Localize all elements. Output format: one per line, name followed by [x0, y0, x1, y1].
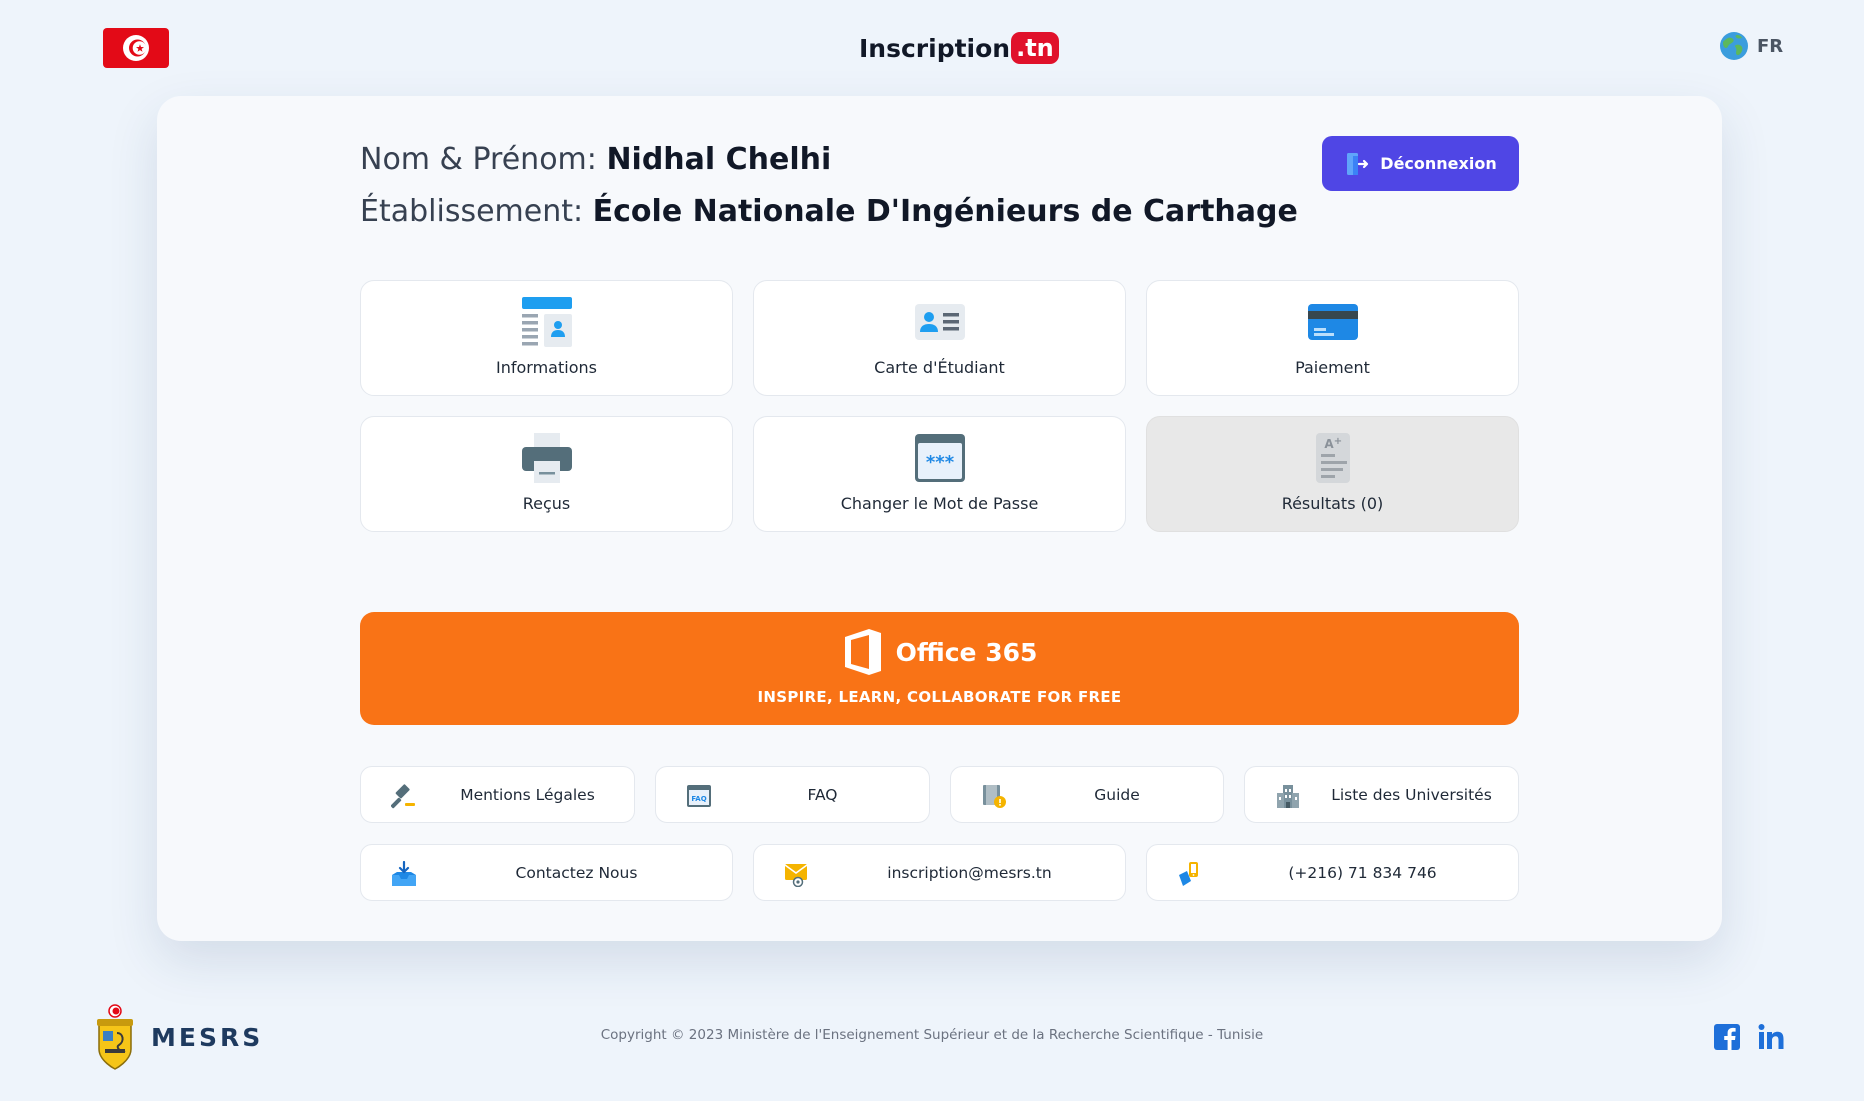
- copyright-text: Copyright © 2023 Ministère de l'Enseigne…: [600, 1027, 1264, 1043]
- university-building-icon: [1277, 785, 1299, 808]
- link-label: inscription@mesrs.tn: [887, 864, 1052, 882]
- tile-changer-mot-de-passe[interactable]: *** Changer le Mot de Passe: [753, 416, 1126, 532]
- printer-icon: [521, 433, 572, 483]
- top-bar: Inscription .tn FR: [0, 0, 1864, 96]
- svg-text:FAQ: FAQ: [691, 795, 706, 803]
- tile-resultats[interactable]: A + Résultats (0): [1146, 416, 1519, 532]
- tunisia-flag-icon: [103, 28, 169, 68]
- link-mentions-legales[interactable]: Mentions Légales: [360, 766, 635, 823]
- link-contactez-nous[interactable]: Contactez Nous: [360, 844, 733, 901]
- office-subtitle: INSPIRE, LEARN, COLLABORATE FOR FREE: [757, 688, 1122, 706]
- logout-label: Déconnexion: [1380, 154, 1497, 173]
- link-label: Liste des Universités: [1331, 786, 1492, 804]
- linkedin-icon[interactable]: [1757, 1023, 1785, 1051]
- globe-icon: [1720, 32, 1748, 60]
- link-liste-universites[interactable]: Liste des Universités: [1244, 766, 1519, 823]
- office-logo-icon: [844, 629, 881, 675]
- guide-book-icon: [983, 785, 1006, 808]
- school-label: Établissement:: [360, 194, 584, 229]
- school-line: Établissement: École Nationale D'Ingénie…: [360, 194, 1298, 229]
- gavel-icon: [391, 784, 415, 809]
- link-faq[interactable]: FAQ FAQ: [655, 766, 930, 823]
- office-title: Office 365: [895, 637, 1038, 667]
- tile-label: Changer le Mot de Passe: [840, 494, 1039, 513]
- link-label: (+216) 71 834 746: [1288, 864, 1437, 882]
- link-label: Mentions Légales: [460, 786, 595, 804]
- facebook-icon[interactable]: [1713, 1023, 1741, 1051]
- name-label: Nom & Prénom:: [360, 142, 597, 177]
- tile-label: Paiement: [1295, 358, 1370, 377]
- student-name-line: Nom & Prénom: Nidhal Chelhi: [360, 142, 831, 177]
- link-phone[interactable]: (+216) 71 834 746: [1146, 844, 1519, 901]
- phone-icon: [1179, 862, 1198, 886]
- logout-button[interactable]: Déconnexion: [1322, 136, 1519, 191]
- id-document-icon: [521, 297, 572, 347]
- dashboard-card: Nom & Prénom: Nidhal Chelhi Établissemen…: [157, 96, 1722, 941]
- link-email[interactable]: inscription@mesrs.tn: [753, 844, 1126, 901]
- tile-carte-etudiant[interactable]: Carte d'Étudiant: [753, 280, 1126, 396]
- tile-paiement[interactable]: Paiement: [1146, 280, 1519, 396]
- language-selector[interactable]: FR: [1719, 31, 1783, 61]
- link-label: Contactez Nous: [515, 864, 638, 882]
- tile-informations[interactable]: Informations: [360, 280, 733, 396]
- language-label: FR: [1757, 35, 1784, 57]
- logout-icon: [1347, 152, 1369, 175]
- password-icon: ***: [914, 434, 965, 482]
- tile-label: Résultats (0): [1281, 494, 1384, 513]
- credit-card-icon: [1307, 304, 1358, 340]
- site-logo[interactable]: Inscription .tn: [859, 30, 1059, 66]
- link-guide[interactable]: Guide: [950, 766, 1224, 823]
- faq-icon: FAQ: [687, 785, 711, 807]
- tile-recus[interactable]: Reçus: [360, 416, 733, 532]
- inbox-download-icon: [392, 861, 416, 886]
- link-label: Guide: [1094, 786, 1140, 804]
- office365-banner[interactable]: Office 365 INSPIRE, LEARN, COLLABORATE F…: [360, 612, 1519, 725]
- tile-label: Informations: [496, 358, 597, 377]
- brand-suffix: .tn: [1011, 32, 1059, 64]
- link-label: FAQ: [807, 786, 838, 804]
- svg-text:+: +: [1333, 436, 1341, 447]
- student-name: Nidhal Chelhi: [606, 142, 832, 177]
- brand-name: Inscription: [859, 33, 1011, 63]
- student-card-icon: [914, 304, 965, 340]
- tile-label: Reçus: [522, 494, 571, 513]
- tile-label: Carte d'Étudiant: [874, 358, 1005, 377]
- svg-text:***: ***: [925, 452, 954, 473]
- email-icon: [784, 864, 808, 887]
- school-name: École Nationale D'Ingénieurs de Carthage: [592, 194, 1298, 229]
- grade-report-icon: A +: [1315, 433, 1350, 483]
